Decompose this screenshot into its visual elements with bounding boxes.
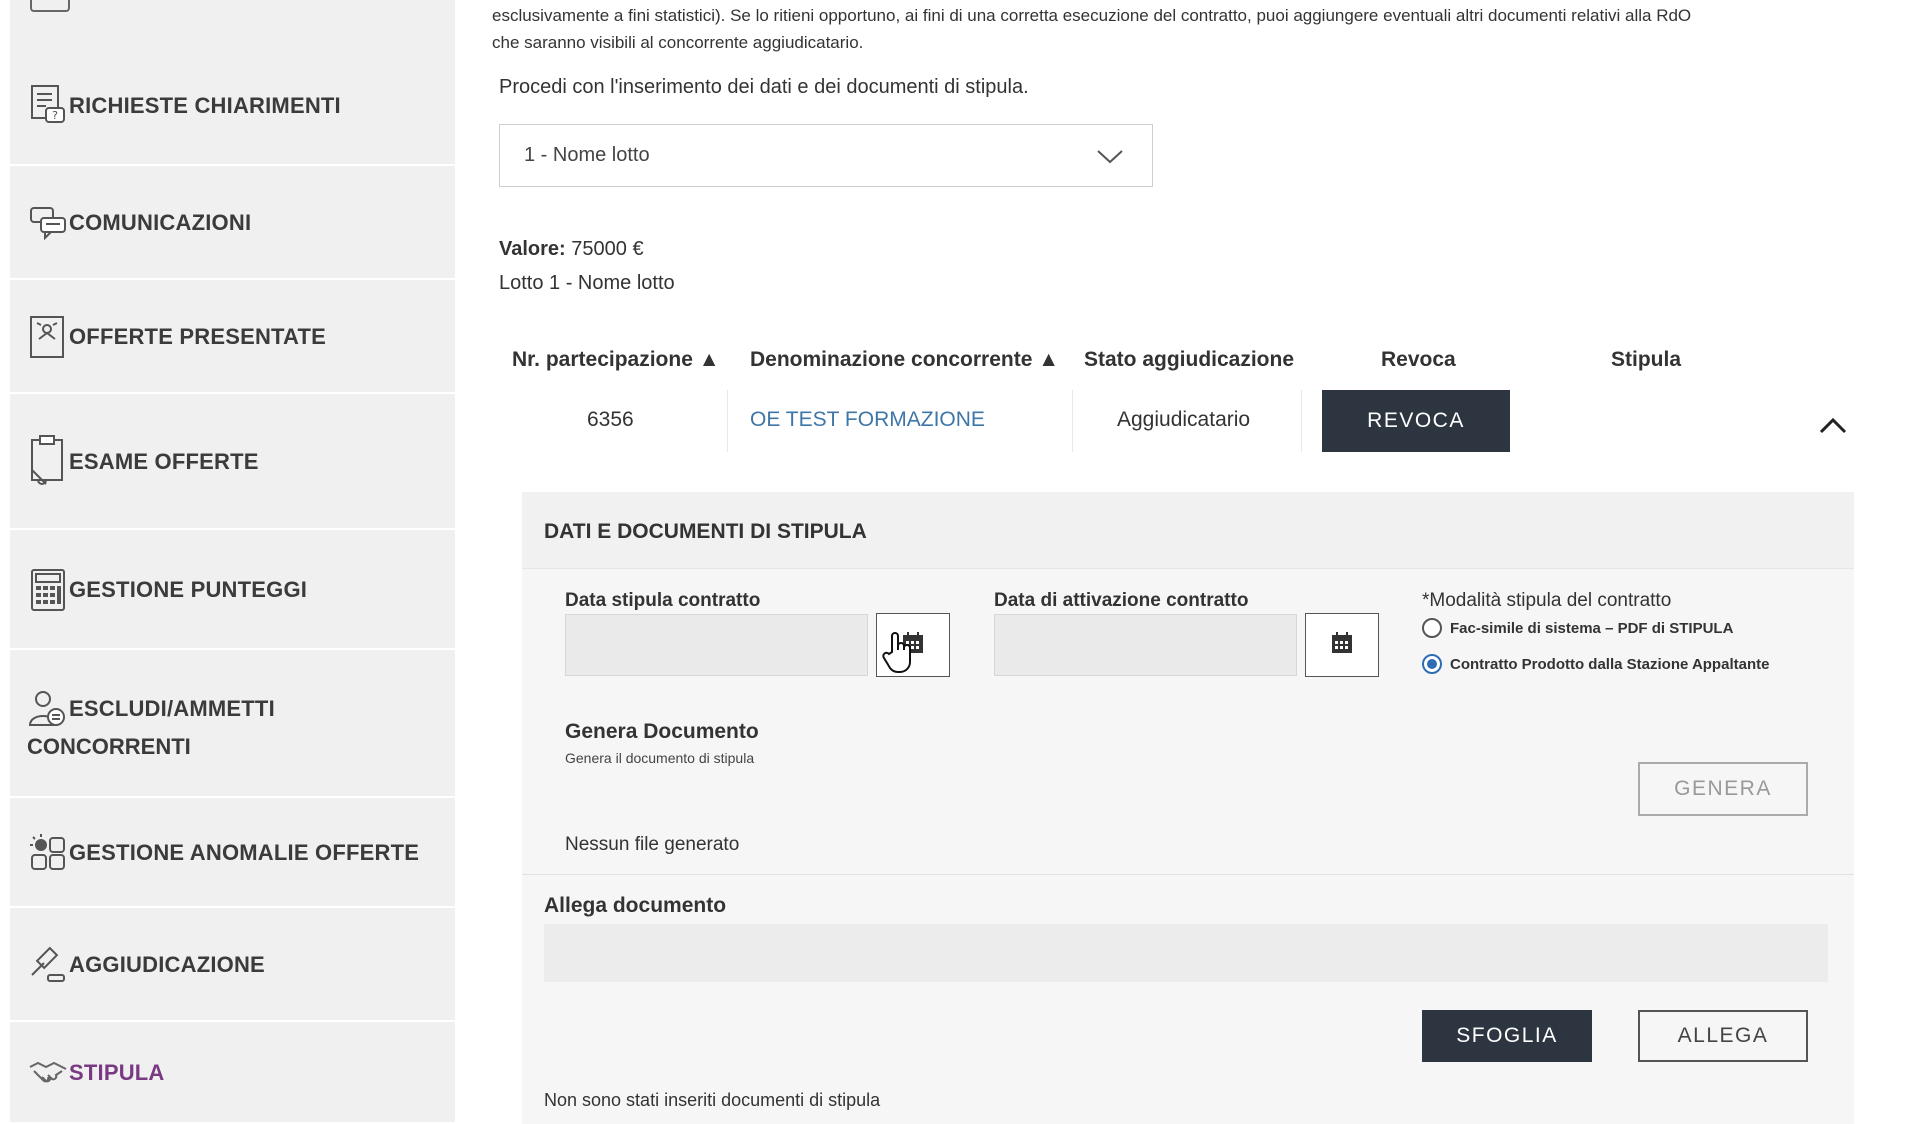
- header-revoca: Revoca: [1381, 348, 1456, 371]
- allega-button[interactable]: ALLEGA: [1638, 1010, 1808, 1062]
- sidebar-item-escludi-ammetti[interactable]: ESCLUDI/AMMETTI CONCORRENTI: [10, 652, 455, 798]
- sidebar-item-label: COMUNICAZIONI: [69, 210, 252, 235]
- panel-header: DATI E DOCUMENTI DI STIPULA: [522, 492, 1854, 569]
- sidebar-item-aggiudicazione[interactable]: AGGIUDICAZIONE: [10, 910, 455, 1022]
- chevron-down-icon: [1096, 143, 1123, 169]
- menu-item-partial: [30, 0, 70, 12]
- competitor-link[interactable]: OE TEST FORMAZIONE: [750, 408, 985, 432]
- sidebar-item-esame-offerte[interactable]: ESAME OFFERTE: [10, 396, 455, 530]
- header-stipula: Stipula: [1611, 348, 1682, 371]
- main-content: esclusivamente a fini statistici). Se lo…: [470, 0, 1908, 1124]
- sidebar-item-gestione-anomalie-offerte[interactable]: GESTIONE ANOMALIE OFFERTE: [10, 800, 455, 908]
- sfoglia-button[interactable]: SFOGLIA: [1422, 1010, 1592, 1062]
- radio-fac-simile[interactable]: Fac-simile di sistema – PDF di STIPULA: [1422, 618, 1733, 638]
- intro-line-2: che saranno visibili al concorrente aggi…: [492, 33, 864, 52]
- radio-label: Fac-simile di sistema – PDF di STIPULA: [1450, 619, 1734, 637]
- sidebar-item-comunicazioni[interactable]: COMUNICAZIONI: [10, 168, 455, 280]
- anomaly-grid-icon: [27, 832, 69, 874]
- offer-document-icon: [27, 316, 69, 358]
- genera-subtitle: Genera il documento di stipula: [565, 750, 755, 766]
- cell-nr-partecipazione: 6356: [587, 408, 634, 431]
- intro-text: esclusivamente a fini statistici). Se lo…: [492, 2, 1872, 56]
- lot-value: Valore: 75000 €: [499, 238, 644, 261]
- radio-button[interactable]: [1422, 618, 1442, 638]
- sidebar-item-label: OFFERTE PRESENTATE: [69, 324, 327, 349]
- header-nr-partecipazione[interactable]: Nr. partecipazione ▲: [512, 348, 720, 372]
- document-question-icon: ?: [27, 85, 69, 127]
- cell-stato-aggiudicazione: Aggiudicatario: [1117, 408, 1251, 431]
- sidebar: ? RICHIESTE CHIARIMENTI COMUNICAZIONI OF…: [10, 0, 455, 1124]
- stipula-panel: DATI E DOCUMENTI DI STIPULA Data stipula…: [522, 492, 1854, 1124]
- lot-value-amount: 75000 €: [571, 238, 644, 260]
- sidebar-item-richieste-chiarimenti[interactable]: ? RICHIESTE CHIARIMENTI: [10, 48, 455, 166]
- data-attivazione-label: Data di attivazione contratto: [994, 590, 1249, 611]
- lot-select[interactable]: 1 - Nome lotto: [499, 124, 1153, 187]
- allega-title: Allega documento: [544, 894, 727, 917]
- column-divider: [727, 390, 728, 452]
- sidebar-item-label: ESAME OFFERTE: [69, 449, 259, 474]
- data-attivazione-input[interactable]: [994, 614, 1297, 676]
- gavel-icon: [27, 944, 69, 986]
- panel-divider: [522, 874, 1854, 875]
- data-stipula-input[interactable]: [565, 614, 868, 676]
- sidebar-item-label: GESTIONE ANOMALIE OFFERTE: [69, 840, 420, 865]
- header-stato: Stato aggiudicazione: [1084, 348, 1295, 371]
- column-divider: [1072, 390, 1073, 452]
- header-denominazione[interactable]: Denominazione concorrente ▲: [750, 348, 1059, 372]
- attach-file-field[interactable]: [544, 924, 1828, 982]
- sidebar-item-label: STIPULA: [69, 1060, 165, 1085]
- sidebar-item-label: GESTIONE PUNTEGGI: [69, 577, 308, 602]
- radio-button-selected[interactable]: [1422, 654, 1442, 674]
- hand-cursor-icon: [882, 632, 916, 679]
- genera-button[interactable]: GENERA: [1638, 762, 1808, 816]
- sidebar-item-label: ESCLUDI/AMMETTI: [69, 696, 275, 721]
- sidebar-item-label: RICHIESTE CHIARIMENTI: [69, 93, 341, 118]
- user-filter-icon: [27, 688, 69, 730]
- calendar-button-attivazione[interactable]: [1305, 613, 1379, 677]
- no-documents-message: Non sono stati inseriti documenti di sti…: [544, 1090, 881, 1110]
- calculator-icon: [27, 569, 69, 611]
- lot-value-label: Valore:: [499, 238, 566, 260]
- radio-label: Contratto Prodotto dalla Stazione Appalt…: [1450, 655, 1770, 673]
- lot-name: Lotto 1 - Nome lotto: [499, 272, 675, 294]
- sidebar-item-gestione-punteggi[interactable]: GESTIONE PUNTEGGI: [10, 532, 455, 650]
- genera-title: Genera Documento: [565, 720, 759, 743]
- no-file-generated: Nessun file generato: [565, 834, 740, 855]
- lot-select-value: 1 - Nome lotto: [524, 144, 650, 166]
- handshake-icon: [27, 1052, 69, 1094]
- revoca-button[interactable]: REVOCA: [1322, 390, 1510, 452]
- clipboard-review-icon: [27, 435, 69, 485]
- svg-text:?: ?: [52, 109, 58, 122]
- sidebar-item-label: AGGIUDICAZIONE: [69, 952, 265, 977]
- data-stipula-label: Data stipula contratto: [565, 590, 761, 611]
- proceed-instructions: Procedi con l'inserimento dei dati e dei…: [499, 76, 1029, 98]
- column-divider: [1301, 390, 1302, 452]
- chat-bubbles-icon: [27, 202, 69, 244]
- chevron-up-icon[interactable]: [1818, 410, 1848, 440]
- sidebar-item-stipula[interactable]: STIPULA: [10, 1024, 455, 1124]
- panel-title: DATI E DOCUMENTI DI STIPULA: [544, 520, 867, 543]
- sidebar-item-offerte-presentate[interactable]: OFFERTE PRESENTATE: [10, 282, 455, 394]
- calendar-icon: [1331, 631, 1353, 659]
- sidebar-item-label-line2: CONCORRENTI: [27, 734, 191, 759]
- modalita-label: *Modalità stipula del contratto: [1422, 590, 1672, 611]
- intro-line-1: esclusivamente a fini statistici). Se lo…: [492, 6, 1692, 25]
- radio-contratto-stazione[interactable]: Contratto Prodotto dalla Stazione Appalt…: [1422, 654, 1769, 674]
